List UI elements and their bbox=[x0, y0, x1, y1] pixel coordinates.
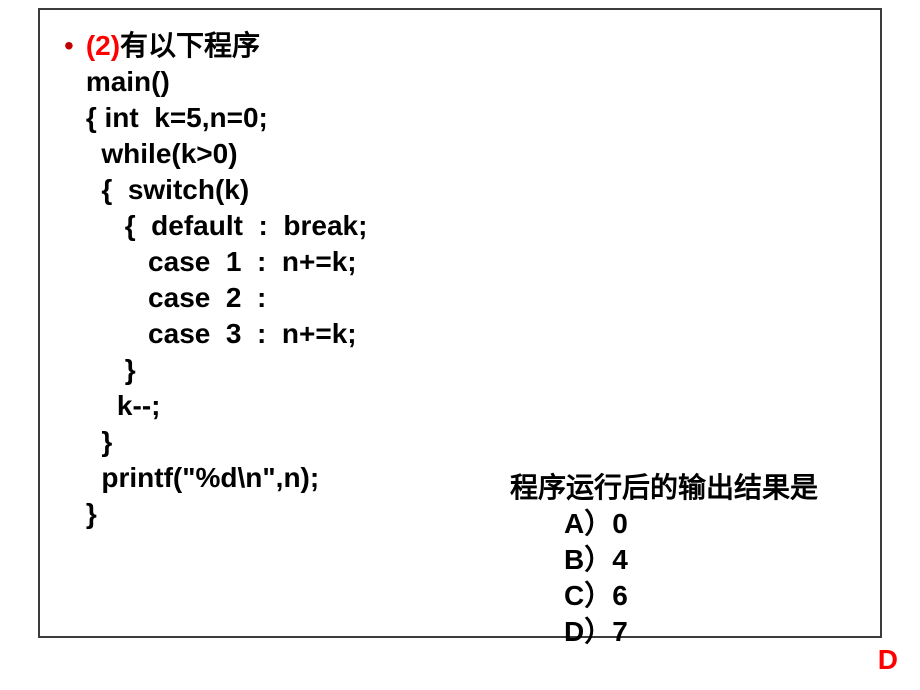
bullet-row: • (2)有以下程序 main() { int k=5,n=0; while(k… bbox=[68, 28, 852, 532]
option-b: B）4 bbox=[564, 542, 818, 578]
code-line-9: } bbox=[86, 354, 136, 385]
code-line-4: { switch(k) bbox=[86, 174, 249, 205]
code-line-12: printf("%d\n",n); bbox=[86, 462, 319, 493]
code-block: main() { int k=5,n=0; while(k>0) { switc… bbox=[86, 64, 852, 532]
answer-options: A）0 B）4 C）6 D）7 bbox=[564, 506, 818, 650]
option-a: A）0 bbox=[564, 506, 818, 542]
code-line-6: case 1 : n+=k; bbox=[86, 246, 357, 277]
code-line-13: } bbox=[86, 498, 97, 529]
question-text: 有以下程序 bbox=[120, 30, 260, 61]
code-line-8: case 3 : n+=k; bbox=[86, 318, 357, 349]
question-prompt: 程序运行后的输出结果是 bbox=[510, 470, 818, 506]
slide-frame: • (2)有以下程序 main() { int k=5,n=0; while(k… bbox=[38, 8, 882, 638]
bullet-dot: • bbox=[64, 28, 74, 64]
correct-answer: D bbox=[878, 644, 898, 676]
content-block: (2)有以下程序 main() { int k=5,n=0; while(k>0… bbox=[86, 28, 852, 532]
code-line-10: k--; bbox=[86, 390, 161, 421]
option-d: D）7 bbox=[564, 614, 818, 650]
option-c: C）6 bbox=[564, 578, 818, 614]
question-number: (2) bbox=[86, 30, 120, 61]
answer-section: 程序运行后的输出结果是 A）0 B）4 C）6 D）7 bbox=[510, 470, 818, 650]
code-line-3: while(k>0) bbox=[86, 138, 238, 169]
code-line-11: } bbox=[86, 426, 112, 457]
code-line-2: { int k=5,n=0; bbox=[86, 102, 268, 133]
code-line-7: case 2 : bbox=[86, 282, 267, 313]
code-line-5: { default : break; bbox=[86, 210, 368, 241]
code-line-1: main() bbox=[86, 66, 170, 97]
question-title: (2)有以下程序 bbox=[86, 28, 852, 64]
